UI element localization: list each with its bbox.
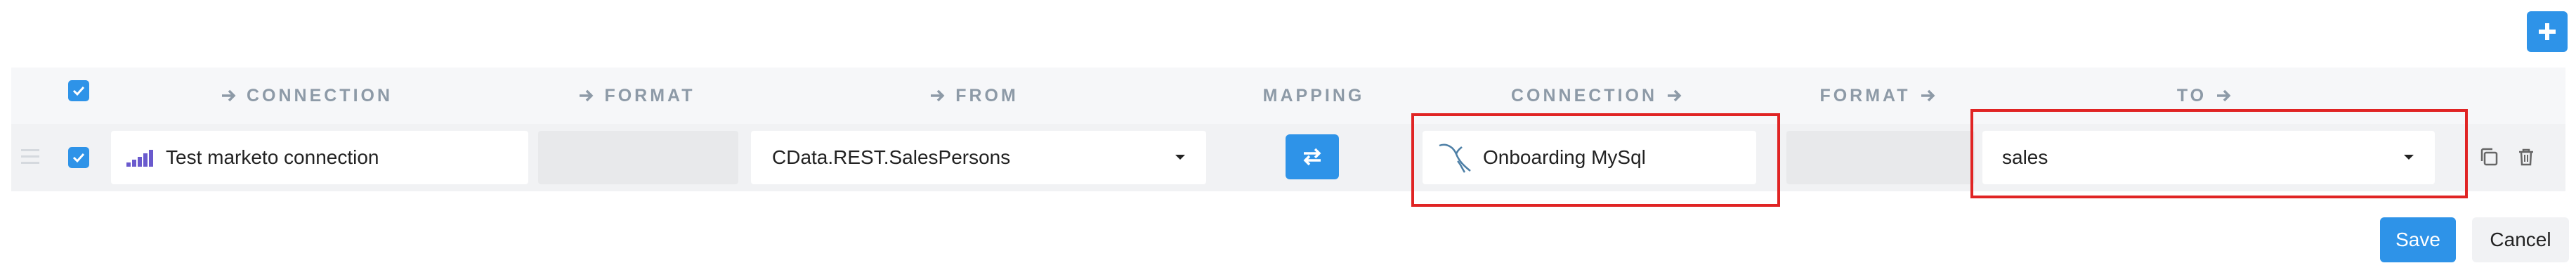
arrow-right-icon	[1921, 89, 1935, 102]
copy-icon[interactable]	[2478, 146, 2499, 167]
to-select[interactable]: sales	[1982, 131, 2435, 184]
plus-icon	[2539, 23, 2556, 40]
from-select-value: CData.REST.SalesPersons	[772, 146, 1011, 168]
source-format-field	[538, 131, 738, 184]
arrow-right-icon	[2217, 89, 2231, 102]
arrow-right-icon	[221, 89, 236, 102]
trash-icon[interactable]	[2516, 146, 2537, 167]
header-source-connection: CONNECTION	[197, 82, 407, 110]
row-select-checkbox[interactable]	[68, 147, 89, 168]
header-from: FROM	[899, 82, 1040, 110]
dropdown-caret-icon	[1175, 155, 1185, 160]
select-all-checkbox[interactable]	[68, 80, 89, 101]
to-select-value: sales	[2002, 146, 2048, 168]
mysql-icon	[1437, 140, 1473, 175]
check-icon	[72, 86, 85, 96]
header-to: TO	[2164, 82, 2255, 110]
source-connection-value: Test marketo connection	[166, 146, 379, 168]
source-connection-field[interactable]: Test marketo connection	[111, 131, 528, 184]
save-button[interactable]: Save	[2380, 217, 2456, 262]
header-mapping: MAPPING	[1262, 85, 1365, 105]
marketo-icon	[125, 147, 156, 168]
arrow-right-icon	[931, 89, 945, 102]
swap-icon	[1303, 148, 1321, 166]
header-target-connection: CONNECTION	[1496, 82, 1707, 110]
target-connection-field[interactable]: Onboarding MySql	[1423, 131, 1756, 184]
dropdown-caret-icon	[2404, 155, 2414, 160]
header-target-format: FORMAT	[1805, 82, 1960, 110]
cancel-button[interactable]: Cancel	[2472, 217, 2569, 262]
check-icon	[72, 153, 85, 163]
target-format-field	[1786, 131, 1975, 184]
arrow-right-icon	[580, 89, 594, 102]
add-row-button[interactable]	[2527, 11, 2568, 52]
target-connection-value: Onboarding MySql	[1483, 146, 1646, 168]
from-select[interactable]: CData.REST.SalesPersons	[751, 131, 1206, 184]
header-source-format: FORMAT	[555, 82, 710, 110]
arrow-right-icon	[1668, 89, 1682, 102]
drag-handle-icon[interactable]	[21, 149, 39, 165]
mapping-button[interactable]	[1286, 134, 1339, 179]
